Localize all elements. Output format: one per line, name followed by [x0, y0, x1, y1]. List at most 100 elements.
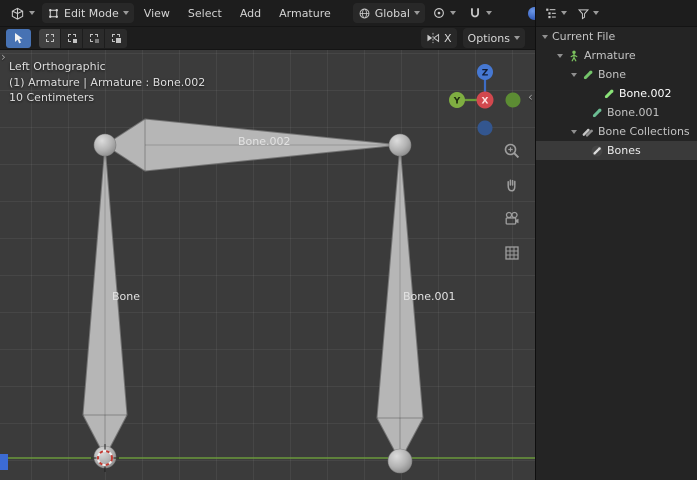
options-label: Options [467, 31, 510, 45]
outliner-item-armature[interactable]: Armature [536, 46, 697, 65]
bones-collection-icon [590, 145, 603, 157]
chevron-down-icon [593, 11, 599, 15]
chevron-down-icon [413, 11, 420, 15]
blender-window: Edit Mode View Select Add Armature Globa… [0, 0, 697, 480]
mode-selector-label: Edit Mode [64, 6, 119, 20]
magnifier-icon [504, 143, 520, 159]
viewport-overlay-text: Left Orthographic (1) Armature | Armatur… [9, 59, 205, 106]
editor-type-menu[interactable] [5, 3, 40, 23]
editor-type-icon [10, 6, 25, 21]
armature-icon [567, 50, 580, 62]
camera-icon [505, 211, 519, 225]
viewport-nav-buttons [501, 140, 523, 264]
snap-toggle-group[interactable] [463, 3, 497, 23]
mode-selector[interactable]: Edit Mode [42, 3, 134, 23]
global-orientation-icon [358, 7, 371, 20]
x-axis-mirror-toggle[interactable]: X [421, 28, 457, 48]
bone-label: Bone.002 [238, 135, 291, 148]
select-subtract-icon [89, 34, 99, 43]
tool-settings-bar: X Options [0, 27, 535, 50]
outliner-item-label: Bone.001 [607, 106, 660, 119]
outliner-item-label: Bone Collections [598, 125, 690, 138]
pan-button[interactable] [501, 174, 523, 196]
viewport-header: Edit Mode View Select Add Armature Globa… [0, 0, 603, 27]
hand-icon [507, 179, 516, 192]
select-set-icon [45, 34, 54, 42]
outliner-item-label: Bones [607, 144, 641, 157]
outliner-header [536, 0, 697, 27]
bone-label: Bone [112, 290, 140, 303]
joint-sphere[interactable] [93, 133, 117, 157]
chevron-down-icon [449, 11, 456, 15]
bone-right[interactable] [376, 144, 424, 463]
grid-scale-text: 10 Centimeters [9, 91, 95, 104]
svg-text:Z: Z [482, 68, 489, 78]
menu-view[interactable]: View [136, 3, 178, 23]
menu-select[interactable]: Select [180, 3, 230, 23]
view-perspective-button[interactable] [501, 242, 523, 264]
joint-sphere[interactable] [387, 448, 413, 474]
options-dropdown[interactable]: Options [462, 28, 525, 48]
outliner-item-label: Bone.002 [619, 87, 672, 100]
gizmo-axis-y-button[interactable]: Y [449, 92, 465, 108]
select-extend-icon [67, 34, 77, 43]
select-mode-group [39, 28, 127, 48]
outliner-item-label: Bone [598, 68, 627, 81]
magnet-icon [468, 6, 482, 20]
corner-axis-mark [0, 454, 8, 470]
select-mode-extend-button[interactable] [61, 28, 83, 48]
outliner-item-bone[interactable]: Bone [536, 65, 697, 84]
outliner-panel: Current File Armature Bone Bone.002 Bone… [535, 0, 697, 480]
pivot-point-dropdown[interactable] [427, 3, 461, 23]
chevron-down-icon[interactable] [571, 72, 577, 77]
gizmo-axis-z-button[interactable]: Z [477, 64, 493, 80]
svg-text:X: X [482, 97, 489, 107]
camera-view-button[interactable] [501, 208, 523, 230]
bone-icon [590, 107, 603, 119]
gizmo-axis-x-button[interactable]: X [476, 91, 494, 109]
chevron-down-icon[interactable] [557, 53, 563, 58]
chevron-down-icon [485, 11, 492, 15]
outliner-item-bone-collections[interactable]: Bone Collections [536, 122, 697, 141]
outliner-item-label: Armature [584, 49, 636, 62]
bone-label: Bone.001 [403, 290, 456, 303]
outliner-item-label: Current File [552, 30, 616, 43]
menu-add[interactable]: Add [232, 3, 269, 23]
bone-icon [581, 69, 594, 81]
viewport-3d[interactable]: › ‹ Bone Bone.001 Bone.002 Left Orthogra… [0, 50, 535, 480]
mirror-butterfly-icon [426, 32, 440, 44]
select-mode-subtract-button[interactable] [83, 28, 105, 48]
zoom-button[interactable] [501, 140, 523, 162]
transform-orientation-dropdown[interactable]: Global [352, 3, 425, 23]
menu-armature[interactable]: Armature [271, 3, 339, 23]
navigation-gizmo[interactable]: Z Y X [447, 62, 523, 141]
view-name-text: Left Orthographic [9, 60, 106, 73]
gizmo-axis-z-neg-button[interactable] [477, 120, 493, 136]
edit-mode-icon [47, 7, 60, 20]
joint-sphere[interactable] [388, 133, 412, 157]
pivot-point-icon [432, 6, 446, 20]
svg-text:Y: Y [453, 96, 461, 106]
chevron-down-icon[interactable] [542, 34, 548, 39]
display-mode-dropdown[interactable] [544, 6, 567, 20]
gizmo-axis-y-neg-button[interactable] [505, 92, 521, 108]
context-text: (1) Armature | Armature : Bone.002 [9, 75, 206, 89]
outliner-item-current-file[interactable]: Current File [536, 27, 697, 46]
orientation-label: Global [374, 6, 410, 20]
outliner-item-bone-001[interactable]: Bone.001 [536, 103, 697, 122]
active-tool-button[interactable] [6, 28, 31, 48]
bone-collections-icon [581, 126, 594, 138]
chevron-down-icon [29, 11, 35, 15]
chevron-down-icon[interactable] [571, 129, 577, 134]
chevron-down-icon [514, 36, 520, 40]
filter-funnel-icon [577, 8, 590, 20]
grid-icon [505, 246, 519, 260]
filter-dropdown[interactable] [577, 7, 599, 20]
bone-icon [602, 88, 615, 100]
display-mode-icon [546, 8, 556, 19]
outliner-item-bone-002[interactable]: Bone.002 [536, 84, 697, 103]
mirror-x-label: X [444, 31, 452, 45]
select-mode-intersect-button[interactable] [105, 28, 127, 48]
select-mode-set-button[interactable] [39, 28, 61, 48]
outliner-item-bones[interactable]: Bones [536, 141, 697, 160]
